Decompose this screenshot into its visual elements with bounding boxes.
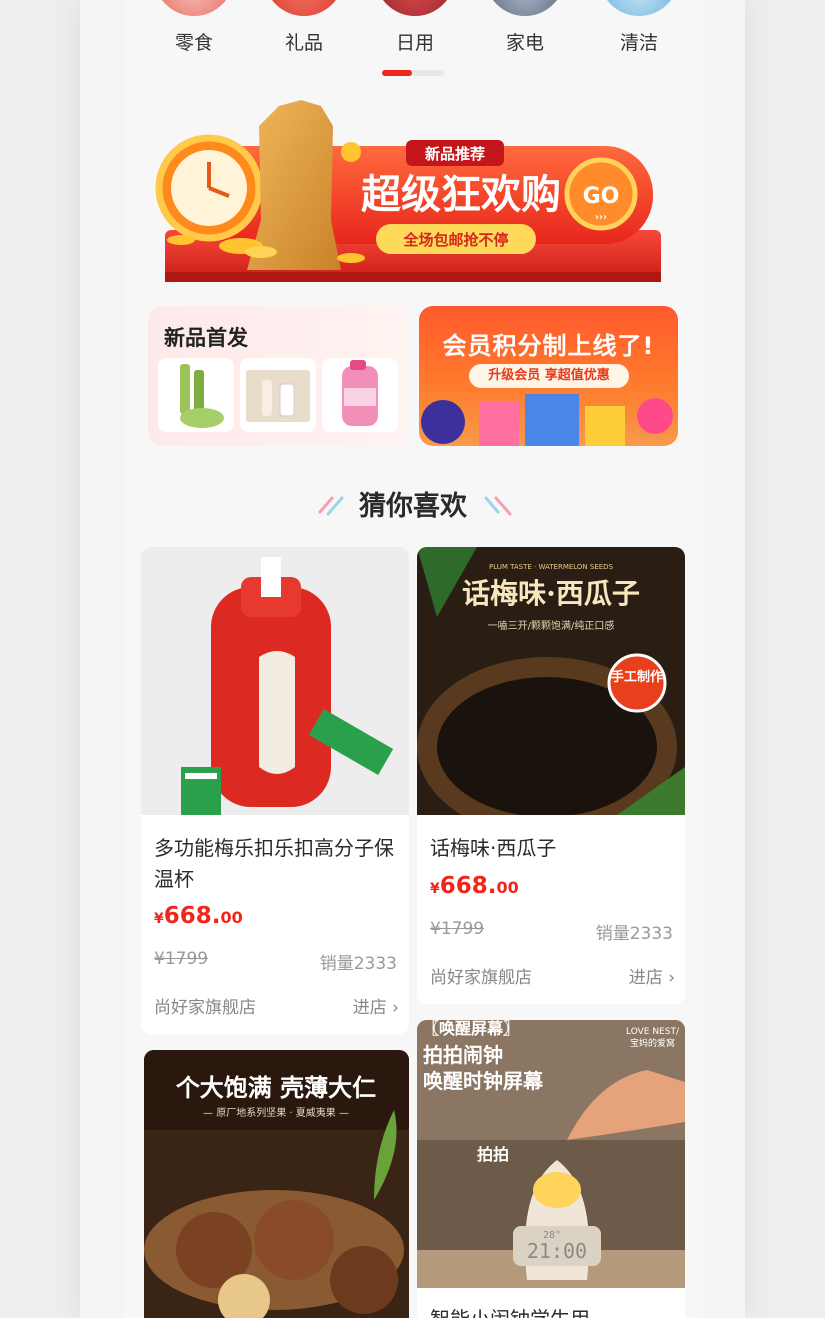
section-title: 猜你喜欢 <box>359 491 467 522</box>
svg-text:— 原厂地系列坚果 · 夏威夷果 —: — 原厂地系列坚果 · 夏威夷果 — <box>203 1106 349 1119</box>
promo-new-title: 新品首发 <box>164 326 248 350</box>
slash-right-icon <box>484 496 512 516</box>
svg-text:PLUM TASTE · WATERMELON SEEDS: PLUM TASTE · WATERMELON SEEDS <box>489 563 614 571</box>
svg-text:一嗑三开/颗颗饱满/纯正口感: 一嗑三开/颗颗饱满/纯正口感 <box>488 619 615 632</box>
category-row: 零食 礼品 日用 家电 清洁 <box>123 0 703 60</box>
product-image-title: 话梅味·西瓜子 <box>462 577 640 610</box>
product-name: 多功能梅乐扣乐扣高分子保温杯 <box>154 836 394 891</box>
banner-headline: 超级狂欢购 <box>361 172 561 218</box>
svg-text:宝妈的爱窝: 宝妈的爱窝 <box>630 1037 675 1049</box>
promo-product-thumb <box>158 358 234 432</box>
section-header: 猜你喜欢 <box>123 484 703 524</box>
category-thumb <box>599 0 679 16</box>
category-label: 清洁 <box>619 32 658 54</box>
product-name: 话梅味·西瓜子 <box>430 836 557 860</box>
svg-text:拍拍闹钟: 拍拍闹钟 <box>423 1043 503 1067</box>
banner-sub: 全场包邮抢不停 <box>402 231 508 249</box>
svg-text:21:00: 21:00 <box>527 1239 587 1263</box>
product-card[interactable]: 多功能梅乐扣乐扣高分子保温杯 ¥668.00 ¥1799 销量2333 尚好家旗… <box>141 547 409 1034</box>
product-image: 个大饱满 壳薄大仁 — 原厂地系列坚果 · 夏威夷果 — <box>144 1050 409 1318</box>
enter-shop-link[interactable]: 进店 › <box>629 963 675 988</box>
handmade-badge: 手工制作 <box>611 669 663 685</box>
product-name: 智能小闹钟学生用 <box>430 1304 674 1318</box>
product-image: PLUM TASTE · WATERMELON SEEDS 话梅味·西瓜子 一嗑… <box>417 547 685 837</box>
original-price: ¥1799 <box>430 919 485 939</box>
product-image <box>141 547 409 815</box>
sales-count: 销量2333 <box>319 954 397 974</box>
product-card[interactable]: 个大饱满 壳薄大仁 — 原厂地系列坚果 · 夏威夷果 — <box>144 1050 409 1318</box>
enter-shop-link[interactable]: 进店 › <box>353 993 399 1018</box>
category-label: 家电 <box>505 32 544 54</box>
category-thumb <box>375 0 455 16</box>
product-card[interactable]: 〖唤醒屏幕〗 拍拍闹钟 唤醒时钟屏幕 LOVE NEST/ 宝妈的爱窝 拍拍 2… <box>417 1020 685 1318</box>
indicator-active <box>382 70 412 76</box>
promo-product-thumb <box>322 358 398 432</box>
product-price: ¥668.00 <box>430 873 519 899</box>
promo-product-thumb <box>240 358 316 432</box>
banner-go: GO <box>583 184 620 209</box>
category-label: 零食 <box>174 32 213 54</box>
sales-count: 销量2333 <box>595 924 673 944</box>
category-label: 日用 <box>395 32 434 54</box>
shop-name: 尚好家旗舰店 <box>430 968 532 988</box>
svg-text:LOVE NEST/: LOVE NEST/ <box>626 1027 680 1037</box>
hero-banner[interactable]: 新品推荐 超级狂欢购 全场包邮抢不停 GO ››› <box>151 100 663 290</box>
product-price: ¥668.00 <box>154 903 243 929</box>
original-price: ¥1799 <box>154 949 209 969</box>
product-image-tag: 〖唤醒屏幕〗 <box>423 1020 519 1038</box>
category-thumb <box>154 0 234 16</box>
banner-tag: 新品推荐 <box>425 145 485 163</box>
promo-member[interactable]: 会员积分制上线了! 升级会员 享超值优惠 <box>419 306 678 446</box>
product-image: 〖唤醒屏幕〗 拍拍闹钟 唤醒时钟屏幕 LOVE NEST/ 宝妈的爱窝 拍拍 2… <box>417 1020 685 1288</box>
svg-text:›››: ››› <box>595 212 607 223</box>
svg-text:唤醒时钟屏幕: 唤醒时钟屏幕 <box>423 1069 544 1093</box>
category-label: 礼品 <box>284 32 323 54</box>
product-card[interactable]: PLUM TASTE · WATERMELON SEEDS 话梅味·西瓜子 一嗑… <box>417 547 685 1004</box>
category-thumb <box>264 0 344 16</box>
shop-name: 尚好家旗舰店 <box>154 998 256 1018</box>
promo-new-arrivals[interactable]: 新品首发 <box>148 306 407 446</box>
category-thumb <box>485 0 565 16</box>
product-image-title: 个大饱满 壳薄大仁 <box>176 1074 376 1102</box>
category-page-indicator <box>382 70 444 76</box>
tap-tap-label: 拍拍 <box>477 1145 509 1164</box>
app-screen: 零食 礼品 日用 家电 清洁 新品推荐 超级狂欢购 全场包邮抢不停 GO ›››… <box>123 0 703 1318</box>
